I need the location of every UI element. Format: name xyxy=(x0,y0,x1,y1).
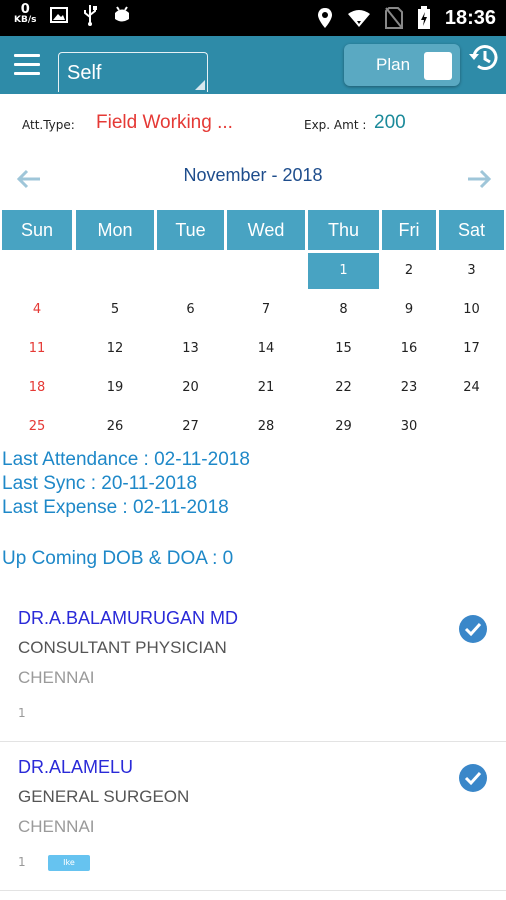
doctor-specialty: GENERAL SURGEON xyxy=(18,787,190,806)
last-sync: Last Sync : 20-11-2018 xyxy=(2,473,198,494)
calendar-day-2[interactable]: 2 xyxy=(382,253,436,289)
calendar-day-10[interactable]: 10 xyxy=(439,292,504,328)
last-expense: Last Expense : 02-11-2018 xyxy=(2,497,229,518)
weekday-tue: Tue xyxy=(157,210,224,250)
check-circle-icon[interactable] xyxy=(458,614,488,644)
weekday-sun: Sun xyxy=(2,210,72,250)
doctor-specialty: CONSULTANT PHYSICIAN xyxy=(18,638,227,657)
calendar-day-29[interactable]: 29 xyxy=(308,409,379,445)
android-debug-icon xyxy=(115,6,130,22)
menu-icon[interactable] xyxy=(14,54,40,76)
weekday-fri: Fri xyxy=(382,210,436,250)
doctor-name: DR.A.BALAMURUGAN MD xyxy=(18,608,239,628)
weekday-sat: Sat xyxy=(439,210,504,250)
weekday-mon: Mon xyxy=(76,210,154,250)
last-attendance: Last Attendance : 02-11-2018 xyxy=(2,449,250,470)
plan-toggle[interactable]: Plan xyxy=(344,44,460,86)
plan-label: Plan xyxy=(376,55,411,74)
calendar-day-30[interactable]: 30 xyxy=(382,409,436,445)
user-selector-value: Self xyxy=(67,62,102,84)
clock: 18:36 xyxy=(444,6,496,29)
doctor-count: 1 xyxy=(18,855,26,869)
next-month-icon[interactable] xyxy=(466,168,492,190)
calendar-day-21[interactable]: 21 xyxy=(227,370,305,406)
plan-checkbox[interactable] xyxy=(424,52,452,80)
calendar-day-24[interactable]: 24 xyxy=(439,370,504,406)
calendar-day-22[interactable]: 22 xyxy=(308,370,379,406)
calendar-day-4[interactable]: 4 xyxy=(2,292,72,328)
calendar-day-1[interactable]: 1 xyxy=(308,253,379,289)
weekday-wed: Wed xyxy=(227,210,305,250)
calendar-day-26[interactable]: 26 xyxy=(76,409,154,445)
doctor-tag-badge: Ike xyxy=(48,855,90,871)
calendar-day-19[interactable]: 19 xyxy=(76,370,154,406)
image-icon xyxy=(50,7,69,23)
att-type-label: Att.Type: xyxy=(22,118,75,132)
battery-charging-icon xyxy=(417,6,430,29)
calendar-day-11[interactable]: 11 xyxy=(2,331,72,367)
usb-icon xyxy=(84,5,98,26)
calendar-day-17[interactable]: 17 xyxy=(439,331,504,367)
history-icon[interactable] xyxy=(468,42,500,74)
calendar-day-27[interactable]: 27 xyxy=(157,409,224,445)
weekday-header: Sun Mon Tue Wed Thu Fri Sat xyxy=(0,210,506,250)
divider xyxy=(0,741,506,742)
weekday-thu: Thu xyxy=(308,210,379,250)
app-bar: Self Plan xyxy=(0,36,506,94)
calendar-day-3[interactable]: 3 xyxy=(439,253,504,289)
network-speed: 0 KB/s xyxy=(14,2,37,25)
att-type-value[interactable]: Field Working ... xyxy=(96,112,233,134)
doctor-name: DR.ALAMELU xyxy=(18,757,134,777)
calendar-day-25[interactable]: 25 xyxy=(2,409,72,445)
calendar-day-12[interactable]: 12 xyxy=(76,331,154,367)
calendar-day-5[interactable]: 5 xyxy=(76,292,154,328)
calendar-day-20[interactable]: 20 xyxy=(157,370,224,406)
status-bar: 0 KB/s 18:36 xyxy=(0,0,506,36)
doctor-count: 1 xyxy=(18,706,26,720)
month-title: November - 2018 xyxy=(183,165,323,185)
check-circle-icon[interactable] xyxy=(458,763,488,793)
calendar-day-9[interactable]: 9 xyxy=(382,292,436,328)
user-selector[interactable]: Self xyxy=(58,52,208,92)
exp-amount-label: Exp. Amt : xyxy=(304,118,367,132)
calendar-day-16[interactable]: 16 xyxy=(382,331,436,367)
doctor-city: CHENNAI xyxy=(18,817,95,836)
calendar-day-15[interactable]: 15 xyxy=(308,331,379,367)
calendar-day-7[interactable]: 7 xyxy=(227,292,305,328)
calendar-day-28[interactable]: 28 xyxy=(227,409,305,445)
wifi-icon xyxy=(347,10,370,27)
exp-amount-value: 200 xyxy=(374,112,406,133)
calendar-day-23[interactable]: 23 xyxy=(382,370,436,406)
calendar-day-13[interactable]: 13 xyxy=(157,331,224,367)
divider xyxy=(0,890,506,891)
location-icon xyxy=(317,8,332,28)
calendar-day-18[interactable]: 18 xyxy=(2,370,72,406)
doctor-city: CHENNAI xyxy=(18,668,95,687)
no-sim-icon xyxy=(384,7,403,29)
calendar-day-14[interactable]: 14 xyxy=(227,331,305,367)
upcoming-dob-doa[interactable]: Up Coming DOB & DOA : 0 xyxy=(2,548,233,570)
dropdown-triangle-icon xyxy=(195,80,205,90)
calendar-day-8[interactable]: 8 xyxy=(308,292,379,328)
calendar-day-6[interactable]: 6 xyxy=(157,292,224,328)
